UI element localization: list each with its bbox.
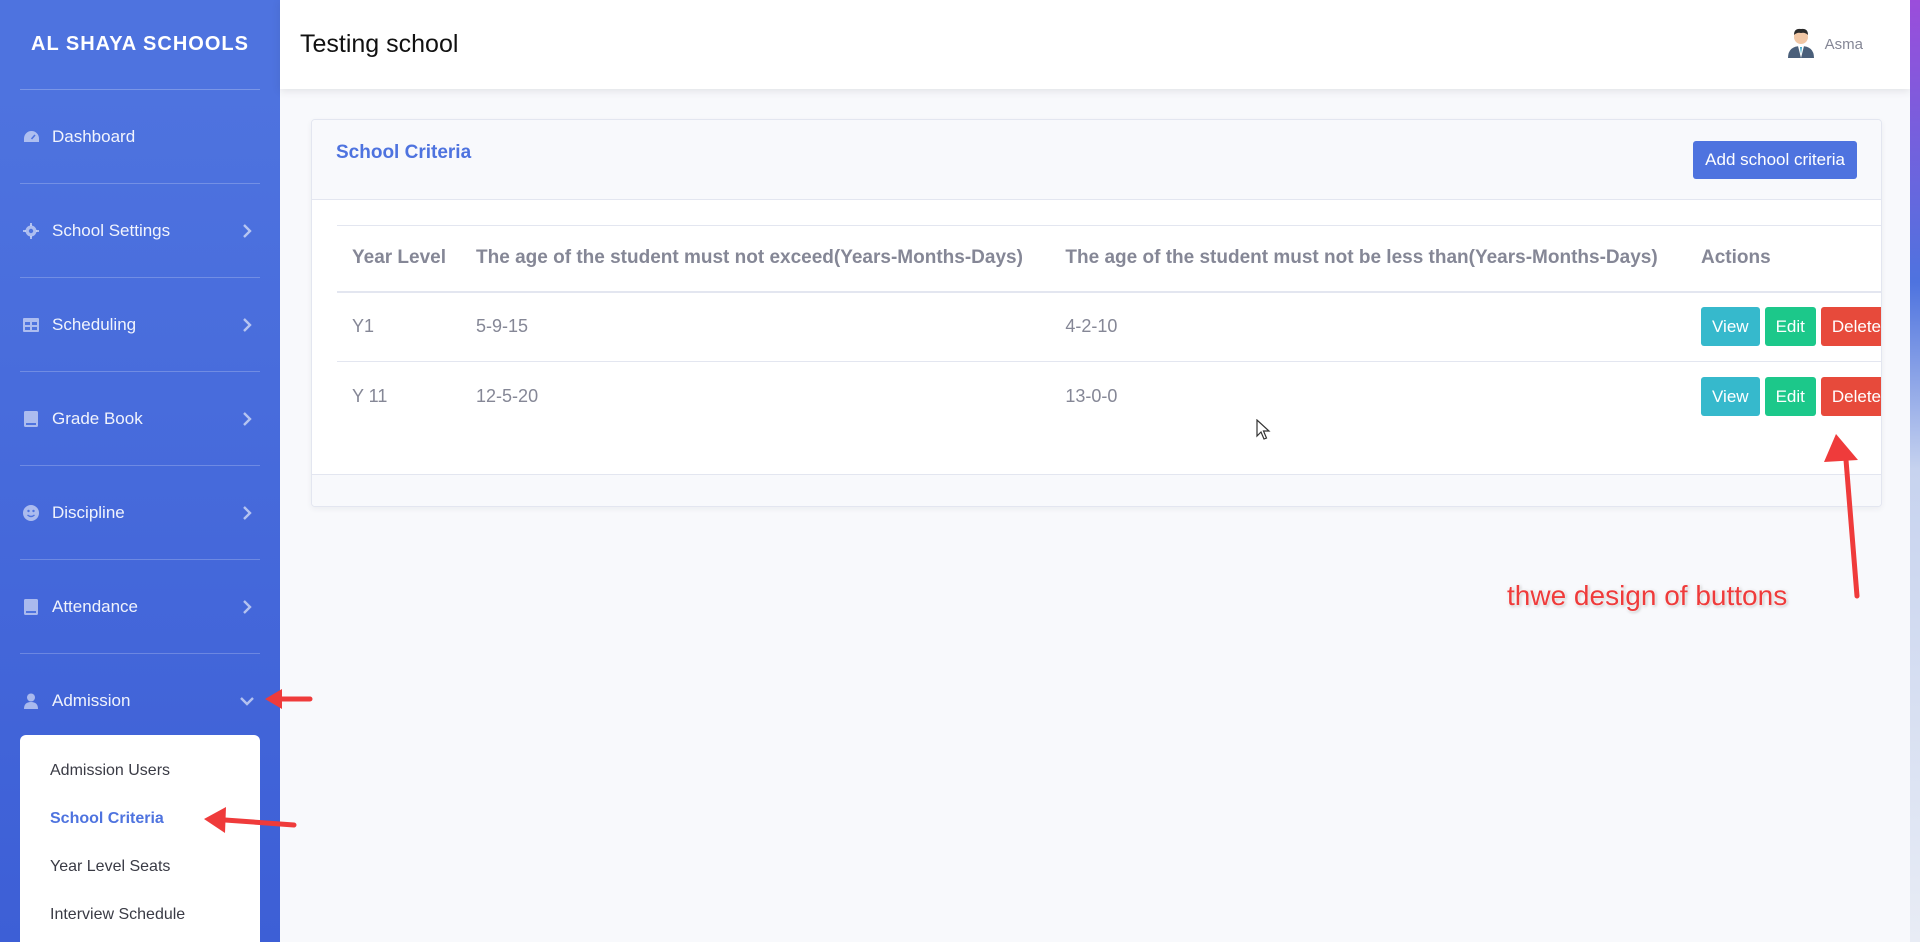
row-actions: View Edit Delete (1701, 377, 1881, 417)
table-header-row: Year Level The age of the student must n… (337, 225, 1881, 293)
table-row: Y 11 12-5-20 13-0-0 View Edit Delete (337, 362, 1881, 432)
submenu-item-year-level-seats[interactable]: Year Level Seats (20, 843, 260, 891)
page-title: Testing school (300, 30, 459, 58)
chevron-right-icon (238, 316, 256, 334)
dashboard-icon (22, 128, 40, 146)
column-header-min-age: The age of the student must not be less … (1050, 225, 1687, 293)
sidebar-item-attendance[interactable]: Attendance (20, 560, 260, 654)
submenu-item-school-criteria[interactable]: School Criteria (20, 795, 260, 843)
sidebar-item-label: Admission (52, 691, 131, 710)
card-body: Year Level The age of the student must n… (312, 200, 1881, 506)
user-menu[interactable]: Asma (1785, 26, 1863, 63)
sidebar-item-scheduling[interactable]: Scheduling (20, 278, 260, 372)
cell-max-age: 5-9-15 (461, 291, 1051, 362)
table-row: Y1 5-9-15 4-2-10 View Edit Delete (337, 291, 1881, 362)
user-icon (22, 692, 40, 710)
card-header: School Criteria Add school criteria (312, 120, 1881, 200)
edit-button[interactable]: Edit (1764, 377, 1816, 417)
gear-icon (22, 222, 40, 240)
topbar: Testing school Asma (280, 0, 1910, 89)
add-school-criteria-button[interactable]: Add school criteria (1693, 140, 1857, 179)
cell-max-age: 12-5-20 (476, 386, 539, 407)
row-actions: View Edit Delete (1701, 307, 1881, 347)
submenu-item-admission-users[interactable]: Admission Users (20, 747, 260, 795)
chevron-down-icon (238, 692, 256, 710)
submenu-item-interview-schedule[interactable]: Interview Schedule (20, 891, 260, 939)
view-button[interactable]: View (1701, 377, 1760, 417)
smiley-icon (22, 504, 40, 522)
edit-button[interactable]: Edit (1764, 307, 1816, 347)
cell-min-age: 13-0-0 (1065, 386, 1118, 407)
sidebar: AL SHAYA SCHOOLS Dashboard School Settin… (0, 0, 280, 942)
sidebar-item-admission[interactable]: Admission (20, 654, 260, 748)
avatar (1785, 26, 1817, 63)
sidebar-item-label: Dashboard (52, 126, 136, 146)
card-footer (312, 474, 1881, 506)
sidebar-item-discipline[interactable]: Discipline (20, 466, 260, 560)
card-title: School Criteria (336, 141, 472, 163)
sidebar-item-label: Attendance (52, 596, 139, 616)
column-header-max-age: The age of the student must not exceed(Y… (461, 225, 1051, 293)
cell-year-level: Y 11 (352, 386, 388, 407)
cell-year-level: Y1 (337, 291, 462, 362)
school-criteria-card: School Criteria Add school criteria Year… (311, 119, 1882, 507)
sidebar-item-grade-book[interactable]: Grade Book (20, 372, 260, 466)
delete-button[interactable]: Delete (1820, 307, 1881, 347)
user-name: Asma (1824, 36, 1863, 53)
cell-actions: View Edit Delete (1686, 362, 1881, 432)
column-header-year-level: Year Level (337, 225, 462, 293)
sidebar-item-label: Discipline (52, 502, 125, 522)
sidebar-item-dashboard[interactable]: Dashboard (20, 90, 260, 184)
criteria-table: Year Level The age of the student must n… (337, 225, 1881, 432)
sidebar-item-label: Scheduling (52, 314, 137, 334)
annotation-text: thwe design of buttons (1507, 580, 1788, 611)
book-icon (22, 598, 40, 616)
sidebar-nav: Dashboard School Settings Scheduling Gra… (20, 90, 260, 748)
delete-button[interactable]: Delete (1820, 377, 1881, 417)
column-header-actions: Actions (1686, 225, 1881, 293)
sidebar-item-school-settings[interactable]: School Settings (20, 184, 260, 278)
chevron-right-icon (238, 504, 256, 522)
cell-actions: View Edit Delete (1686, 291, 1881, 362)
sidebar-item-label: Grade Book (52, 408, 143, 428)
cell-min-age: 4-2-10 (1050, 291, 1687, 362)
table-icon (22, 316, 40, 334)
admission-submenu: Admission Users School Criteria Year Lev… (20, 735, 260, 942)
chevron-right-icon (238, 222, 256, 240)
scrollbar[interactable] (1910, 0, 1920, 942)
view-button[interactable]: View (1701, 307, 1760, 347)
book-icon (22, 410, 40, 428)
sidebar-item-label: School Settings (52, 220, 171, 240)
brand-title[interactable]: AL SHAYA SCHOOLS (0, 0, 280, 89)
chevron-right-icon (238, 598, 256, 616)
chevron-right-icon (238, 410, 256, 428)
